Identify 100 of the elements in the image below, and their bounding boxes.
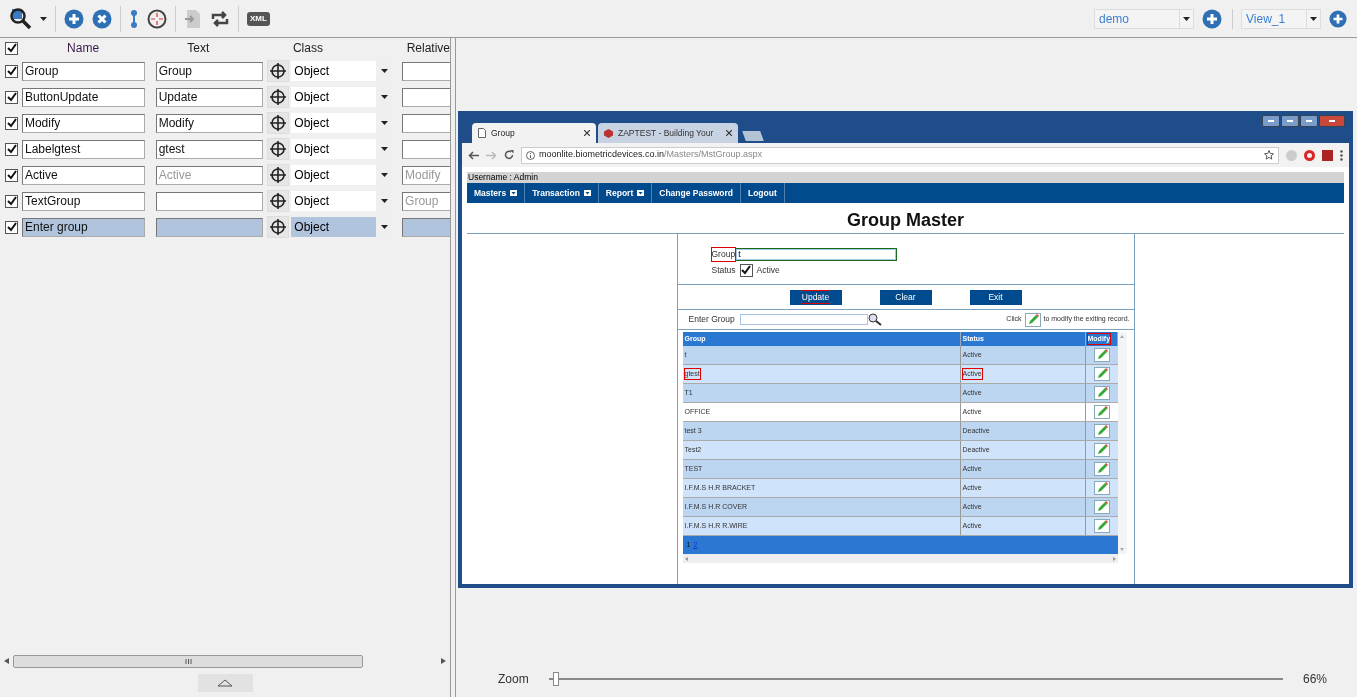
- edit-icon[interactable]: [1093, 424, 1110, 438]
- column-header[interactable]: Name: [20, 39, 146, 57]
- input-field[interactable]: t: [736, 248, 897, 260]
- menu-item[interactable]: Change Password: [652, 183, 741, 203]
- target-icon[interactable]: [147, 8, 167, 29]
- back-icon[interactable]: [468, 150, 479, 160]
- menu-item[interactable]: Report: [598, 183, 653, 203]
- text-field[interactable]: [155, 191, 264, 211]
- project-select[interactable]: demo: [1094, 8, 1194, 29]
- pick-object-button[interactable]: [267, 138, 290, 160]
- edit-icon[interactable]: [1093, 386, 1110, 400]
- class-select[interactable]: Object: [291, 139, 393, 159]
- form-button[interactable]: Clear: [879, 289, 932, 305]
- text-field[interactable]: Modify: [155, 113, 264, 133]
- row-checkbox[interactable]: [5, 220, 18, 234]
- menu-item[interactable]: Masters: [467, 183, 526, 203]
- name-field[interactable]: Enter group: [21, 217, 145, 237]
- pick-object-button[interactable]: [267, 164, 290, 186]
- edit-icon[interactable]: [1093, 519, 1110, 533]
- edit-icon[interactable]: [1093, 348, 1110, 362]
- text-field[interactable]: gtest: [155, 139, 264, 159]
- name-field[interactable]: ButtonUpdate: [21, 87, 145, 107]
- edit-icon[interactable]: [1093, 481, 1110, 495]
- active-label: Active: [756, 263, 780, 277]
- row-checkbox[interactable]: [5, 168, 18, 182]
- extension-icon[interactable]: [1322, 149, 1333, 161]
- menu-item[interactable]: Logout: [740, 183, 785, 203]
- browser-tab[interactable]: Group: [472, 123, 596, 143]
- active-checkbox[interactable]: [739, 263, 753, 277]
- reload-icon[interactable]: [504, 150, 514, 160]
- new-tab-button[interactable]: [742, 131, 764, 141]
- browser-tab[interactable]: ZAPTEST - Building Your: [598, 123, 738, 143]
- star-icon[interactable]: [1264, 150, 1274, 160]
- row-checkbox[interactable]: [5, 194, 18, 208]
- name-field[interactable]: Active: [21, 165, 145, 185]
- class-select[interactable]: Object: [291, 165, 393, 185]
- select-all-checkbox[interactable]: [5, 41, 18, 55]
- chevron-up-icon: [217, 679, 233, 687]
- scroll-left-icon[interactable]: [4, 658, 9, 664]
- extension-icon[interactable]: [1304, 149, 1315, 161]
- row-checkbox[interactable]: [5, 116, 18, 130]
- add-icon[interactable]: [1202, 8, 1222, 29]
- column-header[interactable]: Relative: [364, 39, 450, 57]
- relative-field[interactable]: [402, 139, 450, 159]
- column-header[interactable]: Text: [145, 39, 252, 57]
- pick-object-button[interactable]: [267, 112, 290, 134]
- text-field[interactable]: Group: [155, 61, 264, 81]
- xml-button[interactable]: XML: [247, 11, 270, 26]
- horizontal-scrollbar[interactable]: [13, 654, 363, 668]
- menu-icon[interactable]: [1340, 149, 1343, 161]
- row-checkbox[interactable]: [5, 142, 18, 156]
- close-tab-icon[interactable]: [584, 130, 590, 136]
- relative-field[interactable]: [402, 113, 450, 133]
- edit-icon[interactable]: [1093, 405, 1110, 419]
- class-select[interactable]: Object: [291, 217, 393, 237]
- remove-icon[interactable]: [92, 8, 112, 29]
- search-field[interactable]: [739, 314, 868, 325]
- form-button[interactable]: Update: [789, 289, 842, 305]
- row-checkbox[interactable]: [5, 90, 18, 104]
- class-select[interactable]: Object: [291, 61, 393, 81]
- slider-thumb[interactable]: [553, 671, 559, 686]
- add-icon[interactable]: [64, 8, 84, 29]
- column-header[interactable]: Class: [251, 39, 365, 57]
- relative-field[interactable]: [402, 217, 450, 237]
- form-button[interactable]: Exit: [969, 289, 1022, 305]
- menu-item[interactable]: Transaction: [525, 183, 599, 203]
- scroll-right-icon[interactable]: [441, 658, 446, 664]
- add-view-icon[interactable]: [1329, 9, 1347, 28]
- relative-field[interactable]: [402, 87, 450, 107]
- pick-object-button[interactable]: [267, 190, 290, 212]
- row-checkbox[interactable]: [5, 64, 18, 78]
- class-select[interactable]: Object: [291, 191, 393, 211]
- maximize-icon[interactable]: [1300, 115, 1318, 127]
- close-icon[interactable]: [1319, 115, 1345, 127]
- text-field[interactable]: Update: [155, 87, 264, 107]
- class-select[interactable]: Object: [291, 87, 393, 107]
- address-bar[interactable]: moonlite.biometricdevices.co.in/Masters/MstGroup.aspx: [521, 146, 1279, 164]
- relative-field[interactable]: [402, 61, 450, 81]
- pick-object-button[interactable]: [267, 216, 290, 238]
- repeat-icon[interactable]: [210, 9, 230, 28]
- edit-icon[interactable]: [1093, 367, 1110, 381]
- edit-icon[interactable]: [1093, 443, 1110, 457]
- view-select[interactable]: View_1: [1241, 8, 1321, 29]
- pick-object-button[interactable]: [267, 86, 290, 108]
- name-field[interactable]: Modify: [21, 113, 145, 133]
- class-select[interactable]: Object: [291, 113, 393, 133]
- text-field[interactable]: [155, 217, 264, 237]
- name-field[interactable]: Group: [21, 61, 145, 81]
- name-field[interactable]: Labelgtest: [21, 139, 145, 159]
- zoom-slider[interactable]: [548, 671, 1283, 686]
- minimize-icon[interactable]: [1281, 115, 1299, 127]
- pin-icon[interactable]: [129, 8, 139, 29]
- search-icon[interactable]: [867, 313, 882, 326]
- name-field[interactable]: TextGroup: [21, 191, 145, 211]
- edit-icon[interactable]: [1093, 462, 1110, 476]
- close-tab-icon[interactable]: [726, 130, 732, 136]
- edit-icon[interactable]: [1093, 500, 1110, 514]
- pick-object-button[interactable]: [267, 60, 290, 82]
- edit-icon[interactable]: [1024, 312, 1041, 327]
- search-icon[interactable]: [10, 7, 32, 30]
